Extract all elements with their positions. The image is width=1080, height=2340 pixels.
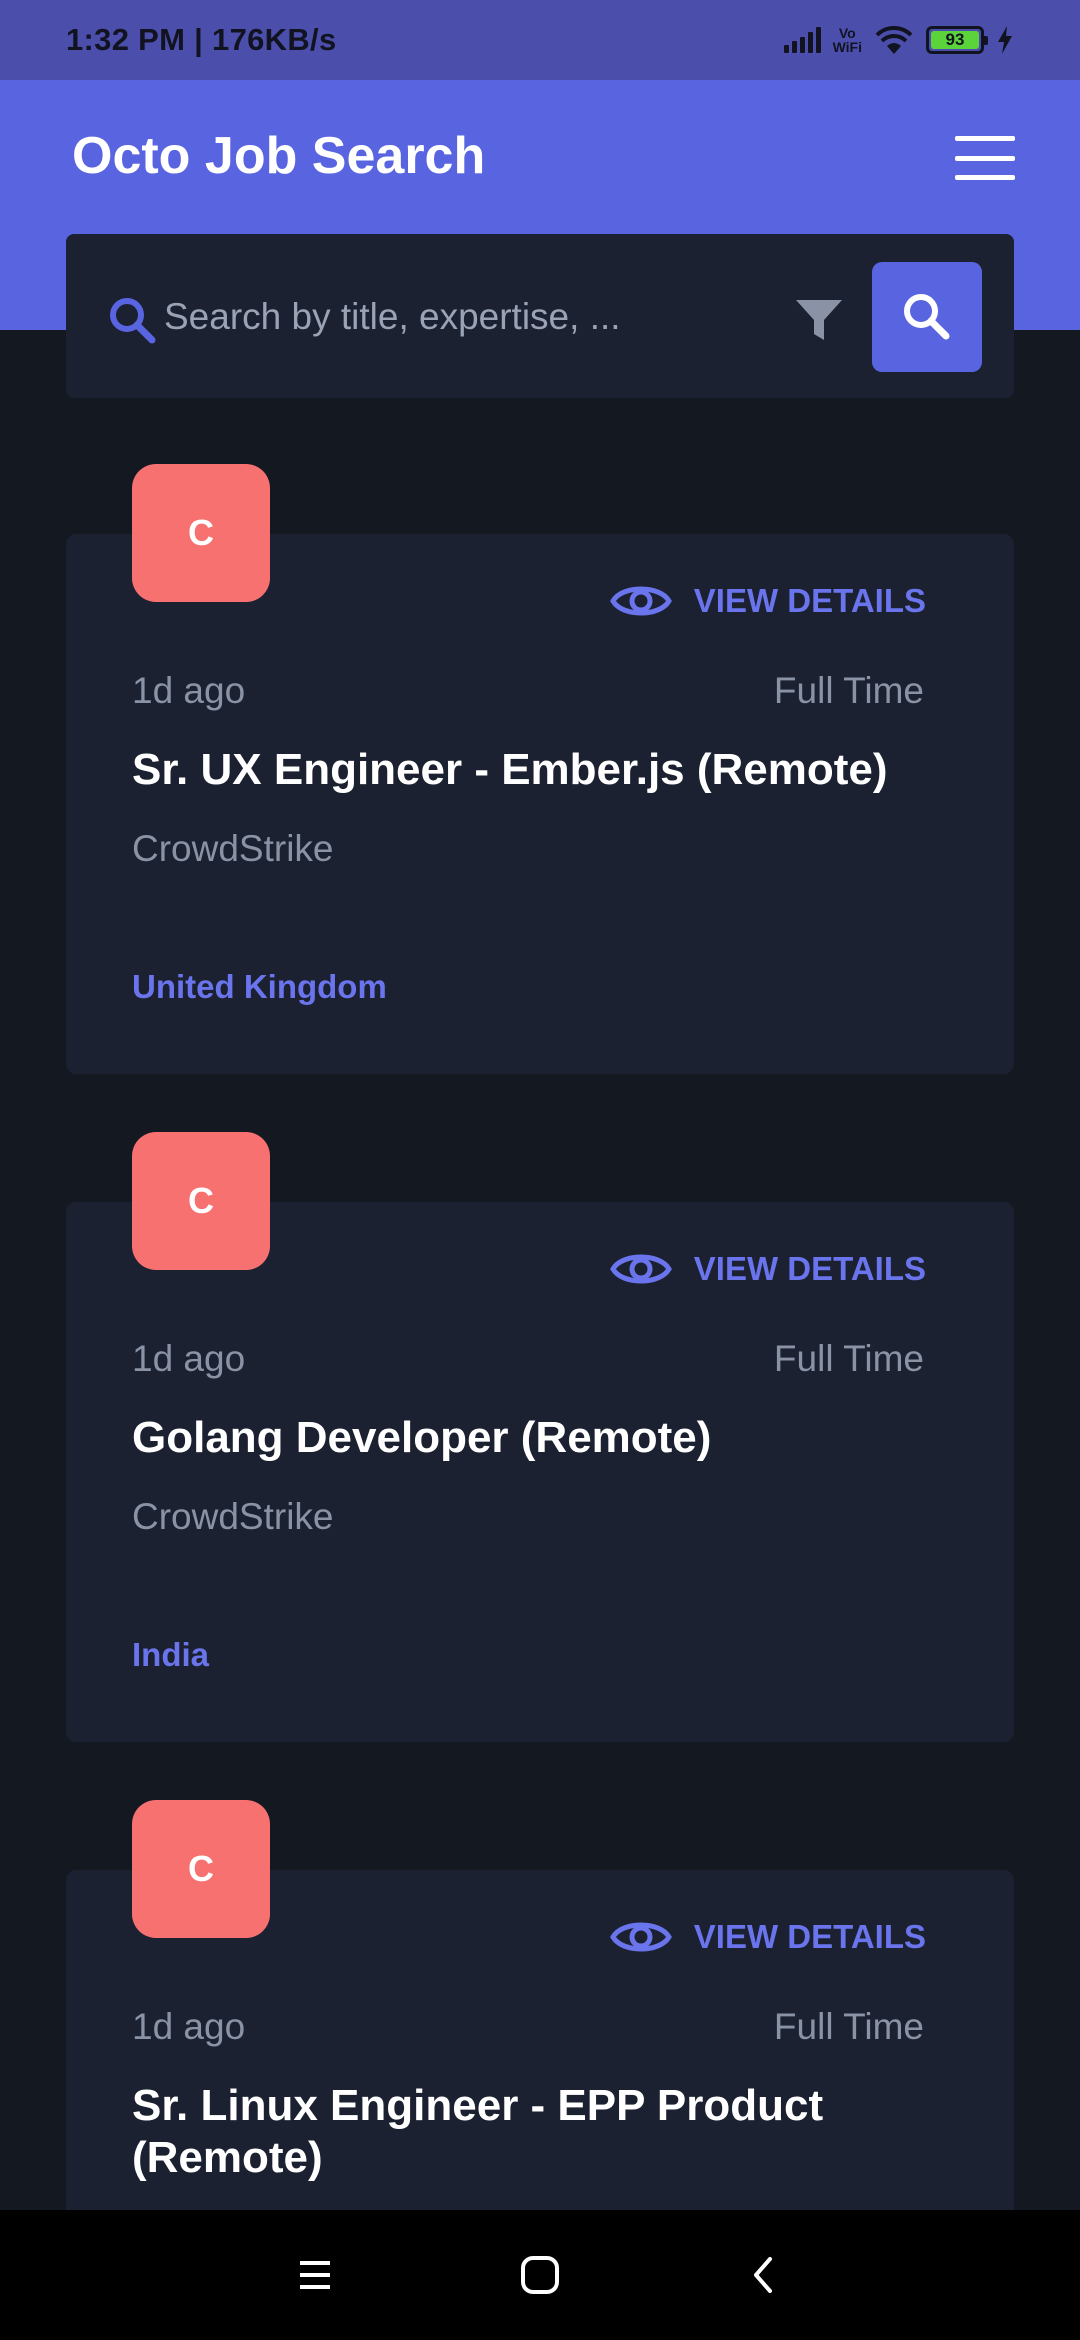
status-icons: Vo WiFi 93 <box>783 24 1014 56</box>
battery-level: 93 <box>931 30 979 49</box>
view-details-button[interactable]: VIEW DETAILS <box>609 574 926 628</box>
recent-apps-icon[interactable] <box>290 2250 340 2300</box>
home-icon[interactable] <box>515 2250 565 2300</box>
screen: 1:32 PM | 176KB/s Vo WiFi 93 Octo Job Se… <box>0 0 1080 2340</box>
job-title[interactable]: Golang Developer (Remote) <box>132 1412 932 1464</box>
posted-time: 1d ago <box>132 2006 246 2047</box>
eye-icon <box>609 1922 672 1952</box>
filter-icon[interactable] <box>792 294 846 346</box>
vowifi-top-label: Vo <box>838 25 856 41</box>
job-card[interactable]: C VIEW DETAILS 1d ago Full Time Golang D… <box>66 1132 1014 1742</box>
back-icon[interactable] <box>738 2250 788 2300</box>
view-details-button[interactable]: VIEW DETAILS <box>609 1242 926 1296</box>
eye-icon <box>609 586 672 616</box>
view-details-label: VIEW DETAILS <box>693 582 926 619</box>
status-bar: 1:32 PM | 176KB/s Vo WiFi 93 <box>0 0 1080 80</box>
job-title[interactable]: Sr. UX Engineer - Ember.js (Remote) <box>132 744 932 796</box>
job-title[interactable]: Sr. Linux Engineer - EPP Product (Remote… <box>132 2080 932 2184</box>
company-name: CrowdStrike <box>132 828 334 869</box>
company-logo: C <box>132 464 270 602</box>
job-type: Full Time <box>773 2006 924 2047</box>
battery-icon: 93 <box>926 26 988 54</box>
system-navigation-bar <box>0 2210 1080 2340</box>
view-details-button[interactable]: VIEW DETAILS <box>609 1910 926 1964</box>
job-location: United Kingdom <box>132 968 387 1005</box>
search-input[interactable] <box>164 284 824 350</box>
vowifi-bottom-label: WiFi <box>832 39 862 55</box>
status-time-speed: 1:32 PM | 176KB/s <box>66 22 337 57</box>
vowifi-icon: Vo WiFi <box>833 26 862 54</box>
posted-time: 1d ago <box>132 670 246 711</box>
job-card[interactable]: C VIEW DETAILS 1d ago Full Time Sr. UX E… <box>66 464 1014 1074</box>
eye-icon <box>609 1254 672 1284</box>
hamburger-menu-icon[interactable] <box>955 136 1015 180</box>
view-details-label: VIEW DETAILS <box>693 1918 926 1955</box>
search-button[interactable] <box>872 262 982 372</box>
app-title: Octo Job Search <box>72 127 486 185</box>
company-logo: C <box>132 1800 270 1938</box>
company-logo: C <box>132 1132 270 1270</box>
cellular-signal-icon <box>783 27 821 53</box>
search-icon <box>904 294 950 340</box>
wifi-icon <box>875 25 913 54</box>
view-details-label: VIEW DETAILS <box>693 1250 926 1287</box>
job-type: Full Time <box>773 670 924 711</box>
search-icon <box>110 298 156 344</box>
job-location: India <box>132 1636 210 1673</box>
posted-time: 1d ago <box>132 1338 246 1379</box>
search-panel <box>66 234 1014 398</box>
company-name: CrowdStrike <box>132 1496 334 1537</box>
charging-bolt-icon <box>998 26 1012 54</box>
job-type: Full Time <box>773 1338 924 1379</box>
